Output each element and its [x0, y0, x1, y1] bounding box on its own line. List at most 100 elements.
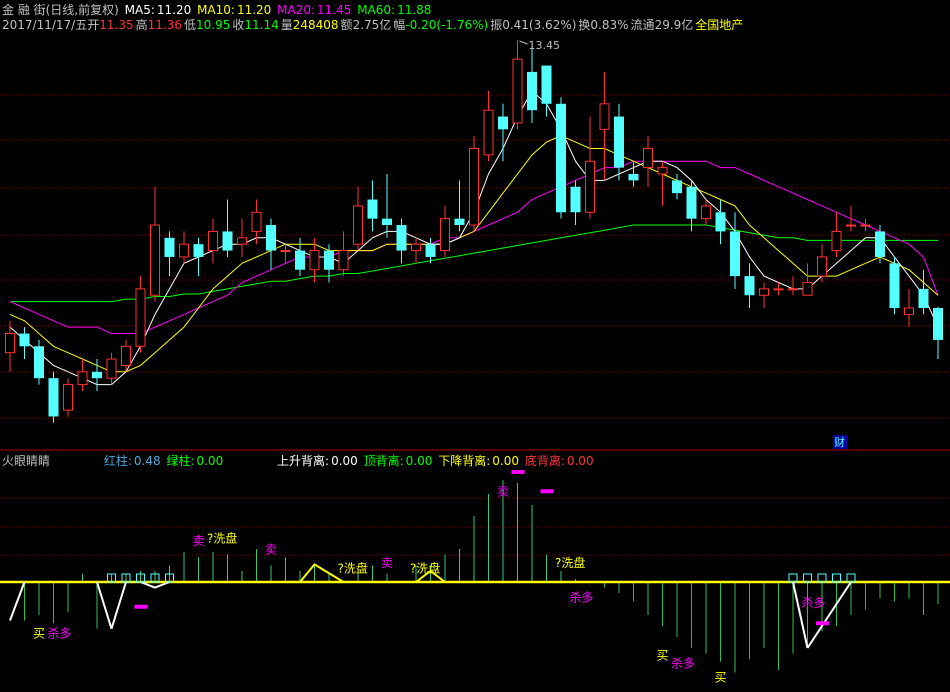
price-chart[interactable]: 13.45财买 杀多卖 ?洗盘卖?洗盘卖 ?洗盘卖?洗盘杀多买杀多买杀多: [0, 0, 950, 692]
high-label: 高: [135, 18, 148, 32]
signal-text-buy: 买: [657, 648, 669, 662]
candle-body-up: [846, 224, 856, 227]
candle-body-up: [657, 167, 668, 175]
candle-body-down: [614, 116, 624, 168]
candle-body-down: [324, 250, 334, 270]
candle-body-up: [135, 288, 146, 347]
candle-body-down: [715, 212, 726, 232]
max-price-label: 13.45: [529, 39, 561, 52]
ma60-value: 11.88: [397, 3, 432, 17]
amount-value: 2.75亿: [352, 18, 392, 32]
green-bar-label: 绿柱:: [166, 454, 195, 468]
candle-body-up: [817, 256, 827, 277]
candle-body-up: [701, 205, 711, 220]
ma5-value: 11.20: [156, 3, 192, 17]
candle-body-down: [92, 371, 102, 379]
signal-marker: [540, 489, 554, 494]
bottom-divergence-label: 底背离:: [524, 454, 565, 468]
signal-text-sell: 杀多: [48, 625, 72, 640]
candle-body-down: [556, 103, 566, 213]
signal-text-sell: 卖: [265, 542, 277, 556]
candle-body-down: [425, 244, 436, 257]
candle-body-up: [208, 230, 218, 252]
candle-body-up: [585, 160, 595, 213]
top-divergence-value: 0.00: [405, 454, 433, 468]
chart-header: 金 融 街(日线,前复权) MA5: 11.20 MA10: 11.20 MA20:…: [2, 3, 433, 17]
candle-body-down: [367, 199, 378, 219]
signal-text-sell: 杀多: [802, 595, 826, 610]
signal-text-wash: ?洗盘: [555, 555, 585, 570]
candle-body-down: [527, 71, 537, 111]
ma10-value: 11.20: [236, 3, 272, 17]
indicator-name[interactable]: 火眼睛睛: [2, 454, 50, 468]
signal-marker: [134, 604, 148, 609]
down-divergence-value: 0.00: [492, 454, 519, 468]
candle-body-down: [918, 288, 929, 308]
candle-body-down: [454, 218, 465, 226]
signal-text-wash: ?洗盘: [207, 530, 237, 545]
ma5-line: [9, 90, 939, 386]
candle-body-up: [309, 250, 320, 271]
bottom-divergence-value: 0.00: [566, 454, 594, 468]
candle-body-up: [802, 281, 813, 296]
finance-badge-label: 财: [834, 435, 845, 449]
ma60-line: [10, 224, 938, 303]
candle-body-up: [599, 103, 610, 130]
candle-body-up: [251, 211, 262, 232]
float-label: 流通: [630, 18, 655, 32]
low-label: 低: [183, 18, 196, 32]
candle-body-up: [237, 237, 247, 245]
ma20-label: MA20:: [277, 3, 316, 17]
candle-body-down: [744, 276, 755, 296]
stock-title: 金 融 街(日线,前复权): [2, 3, 119, 17]
ma20-value: 11.45: [317, 3, 352, 17]
candle-body-down: [933, 308, 943, 340]
candle-body-up: [643, 147, 653, 169]
max-price-pointer: [519, 40, 528, 45]
candle-body-down: [34, 346, 44, 379]
signal-line: [792, 581, 809, 649]
quote-date: 2017/11/17/五: [2, 18, 88, 32]
signal-line: [110, 581, 127, 630]
red-bar-label: 红柱:: [103, 454, 132, 468]
volume-value: 248408: [292, 18, 339, 32]
signal-text-wash: ?洗盘: [410, 561, 440, 576]
open-label: 开: [87, 18, 100, 32]
signal-line: [9, 581, 26, 621]
turnover-label: 换: [578, 18, 591, 32]
signal-marker: [511, 470, 525, 474]
signal-line: [806, 581, 852, 649]
candle-body-up: [512, 58, 523, 124]
candle-body-down: [396, 225, 407, 251]
change-label: 幅: [393, 18, 406, 32]
candle-body-up: [411, 243, 421, 252]
candle-body-down: [266, 225, 276, 251]
signal-text-sell: 卖: [381, 556, 393, 570]
candle-body-up: [179, 243, 189, 258]
candle-body-up: [121, 345, 131, 366]
amplitude-value: 0.41(3.62%): [502, 18, 577, 32]
candle-body-down: [164, 237, 175, 257]
candle-body-down: [672, 180, 682, 194]
candle-body-down: [382, 218, 392, 226]
turnover-value: 0.83%: [590, 18, 629, 32]
candle-body-down: [222, 231, 233, 251]
candle-body-up: [106, 358, 117, 379]
sector-link[interactable]: 全国地产: [695, 18, 743, 32]
green-bar-value: 0.00: [196, 454, 224, 468]
candle-body-up: [5, 333, 15, 354]
close-label: 收: [232, 18, 245, 32]
signal-text-buy: 买: [715, 670, 727, 684]
ma5-label: MA5:: [124, 3, 155, 17]
indicator-header: 火眼睛睛 红柱: 0.48 绿柱: 0.00 上升背离: 0.00 顶背离: 0.00 …: [2, 454, 596, 468]
candle-body-up: [150, 224, 160, 296]
open-value: 11.35: [99, 18, 134, 32]
candle-body-up: [860, 224, 871, 227]
change-value: -0.20(-1.76%): [405, 18, 489, 32]
signal-text-wash: ?洗盘: [338, 561, 368, 576]
signal-text-buy: 买: [33, 626, 45, 640]
candle-body-up: [440, 218, 450, 252]
top-divergence-label: 顶背离:: [363, 454, 404, 468]
close-value: 11.14: [244, 18, 279, 32]
candle-body-up: [338, 250, 349, 271]
